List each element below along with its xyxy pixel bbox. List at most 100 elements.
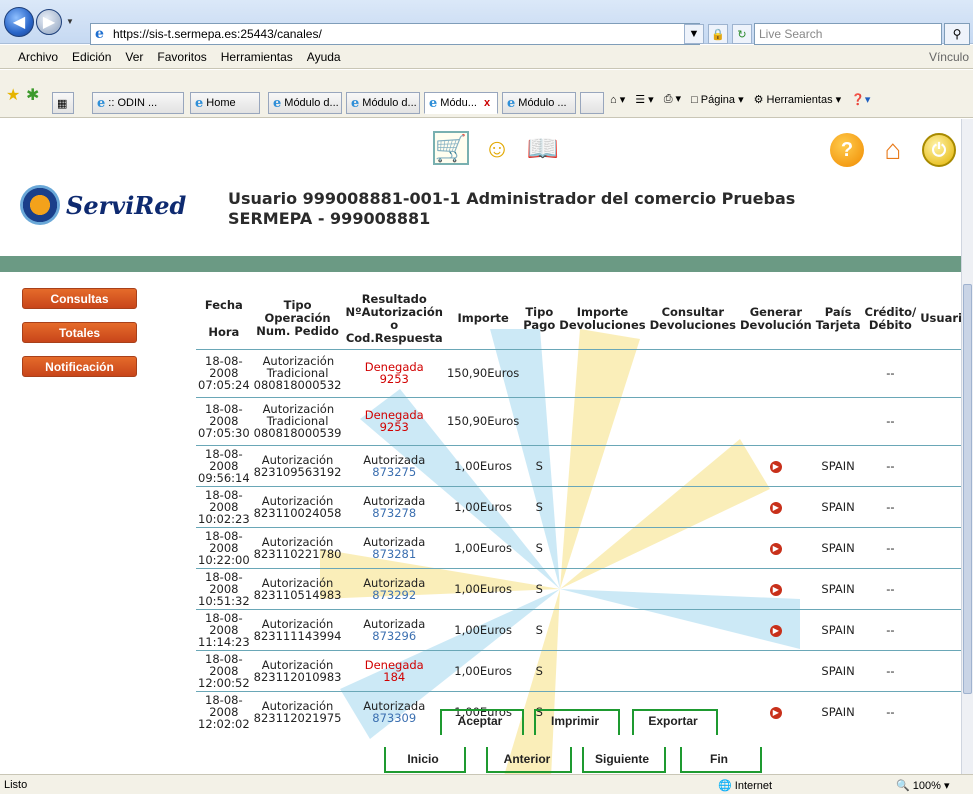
generar-devolucion-icon[interactable]: ▶ <box>769 706 782 719</box>
table-row: 18-08-2008 12:00:52 Autorización 8231120109… <box>196 649 961 691</box>
forward-button[interactable]: ▶ <box>36 9 62 35</box>
search-icon[interactable]: ⚲ <box>944 23 970 45</box>
tab-home[interactable]: e Home <box>190 92 260 114</box>
cell-credito: -- <box>862 608 919 650</box>
generar-devolucion-icon[interactable]: ▶ <box>769 542 782 555</box>
print-icon[interactable]: ⎙ ▾ <box>664 92 681 106</box>
cell-generar-devolucion[interactable]: ▶ <box>738 608 814 650</box>
generar-devolucion-icon[interactable]: ▶ <box>769 460 782 473</box>
cell-tipo-operacion: Autorización <box>261 698 334 713</box>
imprimir-button[interactable]: Imprimir <box>534 709 620 735</box>
quick-tabs-icon[interactable]: ▦ <box>52 92 74 114</box>
cell-tipo-pago: S <box>521 526 558 568</box>
tab-label: :: ODIN ... <box>108 97 158 109</box>
cell-fecha: 18-08-2008 <box>205 487 243 514</box>
cell-hora: 07:05:24 <box>198 378 250 392</box>
cell-generar-devolucion[interactable]: ▶ <box>738 567 814 609</box>
generar-devolucion-icon[interactable]: ▶ <box>769 624 782 637</box>
cell-credito: -- <box>862 348 919 397</box>
table-row: 18-08-2008 07:05:30 Autorización Tradicion… <box>196 396 961 445</box>
add-favorite-icon[interactable]: ✱ <box>26 85 39 105</box>
menu-archivo[interactable]: Archivo <box>18 50 58 64</box>
home-house-icon[interactable]: ⌂ <box>876 133 910 167</box>
cell-codigo: 873309 <box>372 710 417 725</box>
cell-usuario <box>918 526 961 568</box>
cell-pais: SPAIN <box>813 444 863 486</box>
cell-resultado-label: Autorizada <box>363 616 426 631</box>
lock-icon[interactable]: 🔒 <box>708 24 728 44</box>
tab-modulo-2[interactable]: e Módulo d... <box>346 92 420 114</box>
search-input[interactable]: Live Search <box>754 23 942 45</box>
tab-odin[interactable]: e:: ODIN ... <box>92 92 184 114</box>
cell-generar-devolucion <box>738 348 814 397</box>
cell-credito: -- <box>862 444 919 486</box>
totales-button[interactable]: Totales <box>22 322 137 343</box>
address-bar[interactable]: e https://sis-t.sermepa.es:25443/canales… <box>90 23 700 45</box>
menu-favoritos[interactable]: Favoritos <box>157 50 206 64</box>
menu-ver[interactable]: Ver <box>125 50 143 64</box>
scrollbar-thumb[interactable] <box>963 284 972 694</box>
tab-modulo-1[interactable]: e Módulo d... <box>268 92 342 114</box>
table-row: 18-08-2008 11:14:23 Autorización 8231111439… <box>196 608 961 650</box>
menu-herramientas[interactable]: Herramientas <box>221 50 293 64</box>
notificacion-button[interactable]: Notificación <box>22 356 137 377</box>
users-icon[interactable]: ☺ <box>479 131 515 165</box>
siguiente-button[interactable]: Siguiente <box>582 747 666 773</box>
cell-tipo-pago: S <box>521 444 558 486</box>
links-label[interactable]: Vínculo <box>929 50 969 64</box>
user-line-2: SERMEPA - 999008881 <box>228 209 431 228</box>
cell-resultado: Autorizada 873309 <box>343 690 445 732</box>
page-menu[interactable]: □ Página ▾ <box>691 93 744 106</box>
cell-tipo-pago <box>521 396 558 445</box>
cell-codigo: 873292 <box>372 587 417 602</box>
cell-generar-devolucion[interactable]: ▶ <box>738 690 814 732</box>
exportar-button[interactable]: Exportar <box>632 709 718 735</box>
anterior-button[interactable]: Anterior <box>486 747 572 773</box>
menu-ayuda[interactable]: Ayuda <box>307 50 341 64</box>
zoom-level[interactable]: 🔍 100% ▾ <box>896 779 949 792</box>
address-dropdown-icon[interactable]: ▼ <box>684 24 704 44</box>
ie-page-icon: e <box>95 26 104 42</box>
help-icon[interactable]: ❓▾ <box>851 93 870 106</box>
history-dropdown-icon[interactable]: ▼ <box>66 17 74 26</box>
generar-devolucion-icon[interactable]: ▶ <box>769 583 782 596</box>
back-button[interactable]: ◀ <box>4 7 34 37</box>
cell-tipo: Autorización 823111143994 <box>251 608 344 650</box>
consultas-button[interactable]: Consultas <box>22 288 137 309</box>
help-question-icon[interactable]: ? <box>830 133 864 167</box>
servired-logo-mark-icon <box>20 185 60 225</box>
generar-devolucion-icon[interactable]: ▶ <box>769 501 782 514</box>
cell-generar-devolucion[interactable]: ▶ <box>738 444 814 486</box>
cell-num-pedido: 823112010983 <box>253 669 342 684</box>
favorites-star-icon[interactable]: ★ <box>6 85 20 105</box>
vertical-scrollbar[interactable] <box>961 119 973 774</box>
cell-importe-devoluciones <box>557 485 648 527</box>
menu-edicion[interactable]: Edición <box>72 50 111 64</box>
feeds-icon[interactable]: ☰ ▾ <box>635 93 653 106</box>
cell-importe: 150,90Euros <box>444 348 522 397</box>
cell-importe: 1,00Euros <box>444 649 522 691</box>
table-row: 18-08-2008 09:56:14 Autorización 8231095631… <box>196 444 961 486</box>
aceptar-button[interactable]: Aceptar <box>440 709 524 735</box>
cell-generar-devolucion[interactable]: ▶ <box>738 526 814 568</box>
tab-modulo-3[interactable]: e Módulo ... <box>502 92 576 114</box>
close-tab-icon[interactable]: x <box>484 97 490 109</box>
cell-importe: 1,00Euros <box>444 485 522 527</box>
new-tab-button[interactable] <box>580 92 604 114</box>
refresh-icon[interactable]: ↻ <box>732 24 752 44</box>
col-tipo-pago: Tipo Pago <box>523 304 556 332</box>
tab-modulo-active[interactable]: e Módu... x <box>424 92 498 114</box>
cell-tipo-pago: S <box>521 608 558 650</box>
cart-icon[interactable]: 🛒 <box>433 131 469 165</box>
home-icon[interactable]: ⌂ ▾ <box>610 93 625 106</box>
tools-menu[interactable]: ⚙ Herramientas ▾ <box>754 93 842 106</box>
cell-generar-devolucion[interactable]: ▶ <box>738 485 814 527</box>
power-off-icon[interactable]: ⏻ <box>922 133 956 167</box>
cell-usuario <box>918 690 961 732</box>
fin-button[interactable]: Fin <box>680 747 762 773</box>
table-row: 18-08-2008 10:51:32 Autorización 8231105149… <box>196 567 961 609</box>
inicio-button[interactable]: Inicio <box>384 747 466 773</box>
cell-credito: -- <box>862 485 919 527</box>
cell-fecha-hora: 18-08-2008 12:00:52 <box>196 649 252 691</box>
book-icon[interactable]: 📖 <box>525 131 561 165</box>
